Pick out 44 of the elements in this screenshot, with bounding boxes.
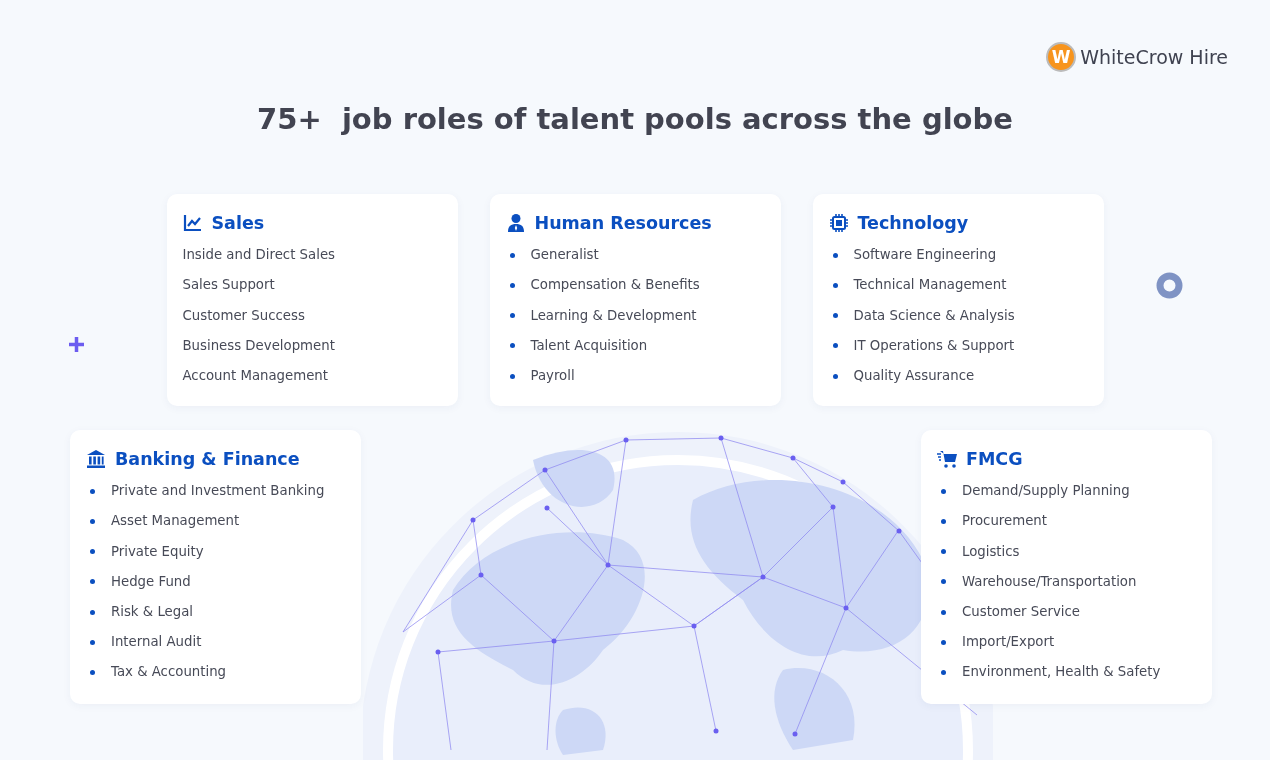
role-item: Private and Investment Banking xyxy=(111,482,325,501)
role-item: Customer Success xyxy=(182,306,305,325)
category-title: Human Resources xyxy=(534,212,712,235)
role-item: Warehouse/Transportation xyxy=(962,572,1137,591)
logo-name: WhiteCrow Hire xyxy=(1080,44,1228,70)
person-icon xyxy=(505,212,527,234)
category-title: Banking & Finance xyxy=(115,448,300,471)
role-item: Business Development xyxy=(182,336,335,355)
headline: 75+ job roles of talent pools across the globe xyxy=(256,101,1014,138)
cart-icon xyxy=(937,448,958,470)
role-item: Logistics xyxy=(962,542,1020,561)
role-item: Import/Export xyxy=(962,633,1055,652)
role-item: Environment, Health & Safety xyxy=(962,663,1161,682)
role-item: Procurement xyxy=(962,512,1047,531)
plus-icon xyxy=(68,336,85,353)
chart-icon xyxy=(182,212,204,234)
role-item: Internal Audit xyxy=(111,633,202,652)
role-item: Compensation & Benefits xyxy=(530,276,700,295)
role-item: Sales Support xyxy=(182,276,275,295)
role-item: Talent Acquisition xyxy=(530,336,648,355)
role-item: Hedge Fund xyxy=(111,572,191,591)
category-title: FMCG xyxy=(966,448,1023,471)
role-item: Software Engineering xyxy=(853,246,997,265)
bank-icon xyxy=(86,448,107,470)
role-item: Private Equity xyxy=(111,542,204,561)
chip-icon xyxy=(828,212,850,234)
category-title: Technology xyxy=(857,212,969,235)
role-item: Learning & Development xyxy=(530,306,697,325)
role-item: IT Operations & Support xyxy=(853,336,1015,355)
role-item: Quality Assurance xyxy=(853,367,975,386)
logo-mark: W xyxy=(1046,42,1077,72)
ring-icon xyxy=(1156,272,1183,299)
role-item: Asset Management xyxy=(111,512,240,531)
role-item: Demand/Supply Planning xyxy=(962,482,1130,501)
role-item: Customer Service xyxy=(962,603,1080,622)
role-item: Generalist xyxy=(530,246,599,265)
role-item: Tax & Accounting xyxy=(111,663,226,682)
category-title: Sales xyxy=(211,212,265,235)
role-item: Risk & Legal xyxy=(111,603,194,622)
role-item: Data Science & Analysis xyxy=(853,306,1015,325)
role-item: Payroll xyxy=(530,367,575,386)
role-item: Account Management xyxy=(182,367,328,386)
role-item: Technical Management xyxy=(853,276,1007,295)
role-item: Inside and Direct Sales xyxy=(182,246,335,265)
